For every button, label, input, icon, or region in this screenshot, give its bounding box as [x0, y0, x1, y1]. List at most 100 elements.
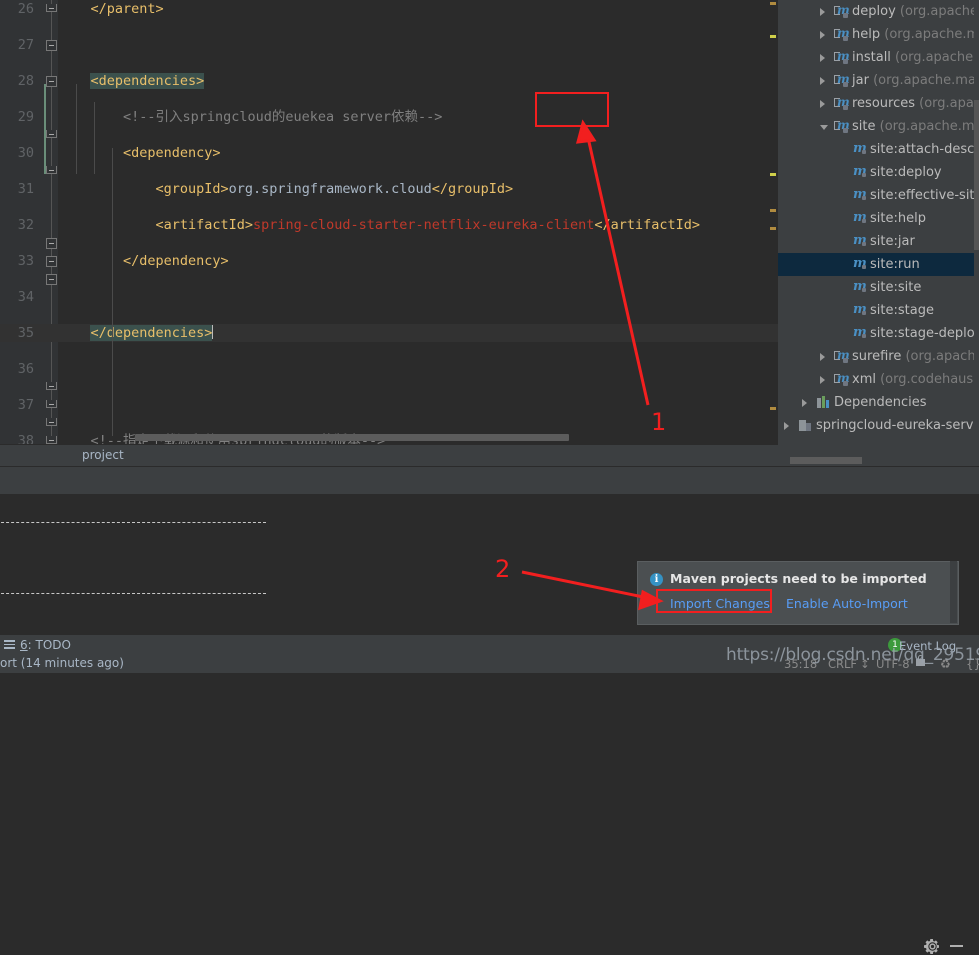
- code-line[interactable]: 32 <artifactId>spring-cloud-starter-netfl…: [0, 216, 778, 234]
- maven-tree-row[interactable]: Dependencies: [778, 391, 979, 414]
- maven-horizontal-scrollbar[interactable]: [778, 455, 979, 466]
- fold-marker[interactable]: [46, 256, 57, 267]
- maven-tree-row[interactable]: m site:stage: [778, 299, 979, 322]
- code-line[interactable]: 33 </dependency>: [0, 252, 778, 270]
- chevron-right-icon[interactable]: [820, 100, 825, 108]
- maven-tree-row[interactable]: m xml (org.codehaus.m: [778, 368, 979, 391]
- maven-vertical-thumb[interactable]: [974, 100, 979, 250]
- chevron-right-icon[interactable]: [820, 353, 825, 361]
- code-text[interactable]: <groupId>org.springframework.cloud</grou…: [155, 180, 513, 198]
- code-text[interactable]: </dependency>: [123, 252, 229, 270]
- chevron-right-icon[interactable]: [820, 376, 825, 384]
- breadcrumb[interactable]: project: [0, 444, 778, 467]
- code-line[interactable]: 28 <dependencies>: [0, 72, 778, 90]
- maven-row-name: resources: [852, 96, 916, 111]
- fold-marker[interactable]: [46, 436, 57, 444]
- maven-tree-row[interactable]: m site:stage-deploy: [778, 322, 979, 345]
- inspection-mark[interactable]: [770, 35, 776, 38]
- fold-marker[interactable]: [46, 382, 57, 390]
- code-text[interactable]: <dependency>: [123, 144, 221, 162]
- fold-marker[interactable]: [46, 166, 57, 174]
- indent-guide: [112, 256, 113, 436]
- code-line[interactable]: 30 <dependency>: [0, 144, 778, 162]
- code-line[interactable]: 26 </parent>: [0, 0, 778, 18]
- code-text[interactable]: <dependencies>: [90, 72, 205, 90]
- chevron-down-icon[interactable]: [820, 125, 828, 130]
- code-line[interactable]: 29 <!--引入springcloud的euekea server依赖-->: [0, 108, 778, 126]
- chevron-right-icon[interactable]: [802, 399, 807, 407]
- fold-marker[interactable]: [46, 400, 57, 408]
- maven-tree-row[interactable]: m site:site: [778, 276, 979, 299]
- fold-marker[interactable]: [46, 238, 57, 249]
- maven-horizontal-thumb[interactable]: [790, 457, 862, 464]
- code-line[interactable]: 35 </dependencies>: [0, 324, 778, 342]
- maven-row-label: xml (org.codehaus.m: [852, 368, 979, 391]
- code-token: <!--引入springcloud的euekea server依赖-->: [122, 109, 443, 125]
- code-lines[interactable]: 26 </parent> 27 28 <dependencies> 29 <!--引入spr…: [0, 0, 778, 444]
- chevron-right-icon[interactable]: [820, 8, 825, 16]
- balloon-scrollbar[interactable]: [950, 561, 957, 623]
- inspection-mark[interactable]: [770, 2, 776, 5]
- fold-marker[interactable]: [46, 418, 57, 426]
- code-editor[interactable]: 26 </parent> 27 28 <dependencies> 29 <!--引入spr…: [0, 0, 778, 444]
- line-number: 32: [17, 217, 34, 233]
- code-text[interactable]: <artifactId>spring-cloud-starter-netflix…: [155, 216, 700, 234]
- maven-tree-row[interactable]: m site:jar: [778, 230, 979, 253]
- chevron-right-icon[interactable]: [820, 54, 825, 62]
- maven-tree-row[interactable]: m site (org.apache.mav: [778, 115, 979, 138]
- maven-projects-tree[interactable]: mdeploy (org.apache.mmhelp (org.apache.m…: [778, 0, 979, 455]
- line-number: 29: [17, 109, 34, 125]
- maven-row-name: Dependencies: [834, 395, 927, 410]
- maven-tree-row[interactable]: msite:attach-descrip: [778, 138, 979, 161]
- line-number: 26: [17, 1, 34, 17]
- enable-auto-import-link[interactable]: Enable Auto-Import: [786, 596, 908, 611]
- dependencies-icon: [816, 395, 831, 410]
- maven-row-name: site:effective-site: [870, 188, 979, 203]
- code-line[interactable]: 27: [0, 36, 778, 54]
- maven-tree-row[interactable]: msurefire (org.apache.: [778, 345, 979, 368]
- maven-tree-row[interactable]: m site:help: [778, 207, 979, 230]
- chevron-right-icon[interactable]: [784, 422, 789, 430]
- maven-row-name: springcloud-eureka-service: [816, 418, 979, 433]
- line-number: 36: [17, 361, 34, 377]
- gear-icon[interactable]: [924, 938, 941, 955]
- editor-horizontal-scrollbar[interactable]: [135, 434, 569, 441]
- maven-vertical-scrollbar[interactable]: [974, 0, 979, 455]
- line-number: 34: [17, 289, 34, 305]
- inspection-mark[interactable]: [770, 407, 776, 410]
- code-text[interactable]: </dependencies>: [90, 324, 214, 342]
- fold-marker[interactable]: [46, 40, 57, 51]
- maven-tree-row[interactable]: mresources (org.apach: [778, 92, 979, 115]
- inspection-mark[interactable]: [770, 209, 776, 212]
- maven-tree-row[interactable]: m site:run: [778, 253, 979, 276]
- maven-row-name: xml: [852, 372, 876, 387]
- maven-tree-row[interactable]: mjar (org.apache.mave: [778, 69, 979, 92]
- code-line[interactable]: 36: [0, 360, 778, 378]
- code-text[interactable]: <!--引入springcloud的euekea server依赖-->: [123, 108, 442, 126]
- fold-marker[interactable]: [46, 4, 57, 12]
- maven-tree-row[interactable]: mdeploy (org.apache.m: [778, 0, 979, 23]
- chevron-right-icon[interactable]: [820, 31, 825, 39]
- inspection-mark[interactable]: [770, 227, 776, 230]
- todo-tab-label[interactable]: 6: TODO: [20, 638, 71, 652]
- maven-tree-row[interactable]: minstall (org.apache.m: [778, 46, 979, 69]
- maven-row-name: site:site: [870, 280, 922, 295]
- chevron-right-icon[interactable]: [820, 77, 825, 85]
- code-line[interactable]: 31 <groupId>org.springframework.cloud</gr…: [0, 180, 778, 198]
- code-token: </groupId>: [431, 181, 514, 197]
- maven-tree-row[interactable]: springcloud-eureka-service: [778, 414, 979, 437]
- minimize-icon[interactable]: [950, 945, 963, 947]
- maven-row-group: (org.apache.: [905, 349, 979, 364]
- fold-marker[interactable]: [46, 76, 57, 87]
- inspection-mark[interactable]: [770, 173, 776, 176]
- maven-tree-row[interactable]: m site:deploy: [778, 161, 979, 184]
- maven-tree-row[interactable]: m help (org.apache.ma: [778, 23, 979, 46]
- todo-list-icon: [4, 640, 15, 650]
- maven-tree-row[interactable]: m site:effective-site: [778, 184, 979, 207]
- code-text[interactable]: </parent>: [90, 0, 163, 18]
- code-line[interactable]: 34: [0, 288, 778, 306]
- fold-marker[interactable]: [46, 130, 57, 138]
- fold-marker[interactable]: [46, 274, 57, 285]
- maven-row-name: site:deploy: [870, 165, 942, 180]
- breadcrumb-project[interactable]: project: [82, 448, 124, 462]
